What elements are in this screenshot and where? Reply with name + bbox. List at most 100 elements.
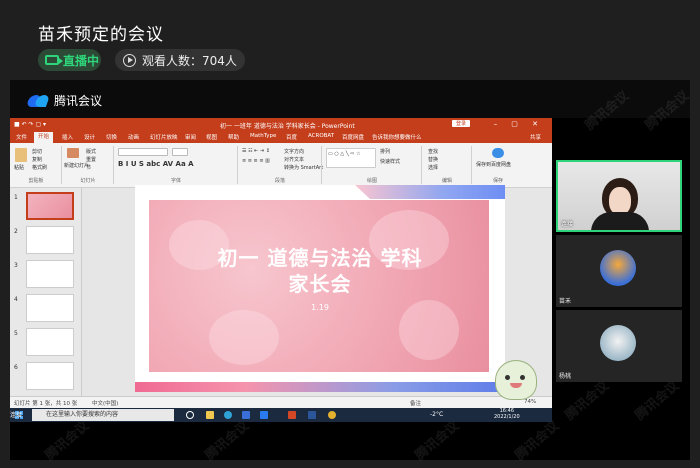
tab-review[interactable]: 审阅 xyxy=(185,133,196,141)
chrome-icon[interactable] xyxy=(328,411,336,419)
file-explorer-icon[interactable] xyxy=(206,411,214,419)
align-buttons[interactable]: ≡ ≡ ≡ ≡ ▥ xyxy=(242,158,270,164)
ribbon-divider xyxy=(321,146,322,184)
slide-thumbnail-6[interactable] xyxy=(26,362,74,390)
text-direction-button[interactable]: 文字方向 xyxy=(284,148,304,155)
tab-transitions[interactable]: 切换 xyxy=(106,133,117,141)
tab-view[interactable]: 视图 xyxy=(206,133,217,141)
ribbon-group-font: B I U S abc AV Aa A 字体 xyxy=(116,146,238,184)
slide-thumbnails-pane: 1 2 3 4 5 6 xyxy=(10,188,82,396)
participant-name: 杨桃 xyxy=(559,373,572,380)
ribbon-group-editing: 查找 替换 选择 编辑 xyxy=(424,146,472,184)
tab-home[interactable]: 开始 xyxy=(34,132,54,143)
baidu-cloud-icon[interactable] xyxy=(492,148,504,158)
language-status: 中文(中国) xyxy=(92,401,119,407)
slide-thumbnail-3[interactable] xyxy=(26,260,74,288)
bottom-left-label: 连接 xyxy=(10,412,23,419)
find-button[interactable]: 查找 xyxy=(428,148,438,155)
paste-label[interactable]: 粘贴 xyxy=(14,164,24,171)
tab-baidu[interactable]: 百度 xyxy=(286,133,297,141)
select-button[interactable]: 选择 xyxy=(428,164,438,171)
tab-insert[interactable]: 插入 xyxy=(62,133,73,141)
ribbon-divider xyxy=(61,146,62,184)
new-slide-icon[interactable] xyxy=(67,148,79,158)
ribbon-group-slides: 新建幻灯片 版式 重置 节 幻灯片 xyxy=(64,146,114,184)
slide-thumbnail-2[interactable] xyxy=(26,226,74,254)
shapes-gallery-icons: ▭ ○ △ ╲ ⇨ ☆ xyxy=(328,151,361,157)
ppt-window-title: 初一 一班年 道德与法治 学科家长会 - PowerPoint xyxy=(220,123,355,130)
slide-thumbnail-1[interactable] xyxy=(26,192,74,220)
login-button[interactable]: 登录 xyxy=(452,120,471,127)
format-painter-button[interactable]: 格式刷 xyxy=(32,164,47,171)
paste-icon[interactable] xyxy=(15,148,27,162)
tab-acrobat[interactable]: ACROBAT xyxy=(308,133,334,139)
participant-avatar xyxy=(600,250,636,286)
tell-me-search[interactable]: 告诉我你想要做什么 xyxy=(372,133,422,141)
list-buttons[interactable]: ☰ ☷ ⇤ ⇥ ↕ xyxy=(242,148,270,154)
task-view-icon[interactable] xyxy=(186,411,194,419)
ribbon-group-drawing: ▭ ○ △ ╲ ⇨ ☆ 排列 快速样式 绘图 xyxy=(324,146,422,184)
zoom-level[interactable]: 74% xyxy=(524,399,536,405)
replace-button[interactable]: 替换 xyxy=(428,156,438,163)
participant-avatar-tile[interactable]: 杨桃 xyxy=(556,310,682,382)
tab-animations[interactable]: 动画 xyxy=(128,133,139,141)
tab-slideshow[interactable]: 幻灯片放映 xyxy=(150,133,178,141)
live-label: 直播中 xyxy=(63,53,100,68)
share-button[interactable]: 共享 xyxy=(530,133,541,141)
align-text-button[interactable]: 对齐文本 xyxy=(284,156,304,163)
tencent-meeting-icon[interactable] xyxy=(260,411,268,419)
quick-styles-button[interactable]: 快速样式 xyxy=(380,158,400,165)
reset-button[interactable]: 重置 xyxy=(86,156,96,163)
taskbar-clock[interactable]: 16:46 2022/1/20 xyxy=(494,408,520,420)
group-label-clipboard: 剪贴板 xyxy=(28,178,44,184)
group-label-editing: 编辑 xyxy=(441,178,452,184)
arrange-button[interactable]: 排列 xyxy=(380,148,390,155)
save-to-baidu-button[interactable]: 保存到百度网盘 xyxy=(476,161,511,168)
slide-thumbnail-4[interactable] xyxy=(26,294,74,322)
tab-baidu-netdisk[interactable]: 百度网盘 xyxy=(342,133,364,141)
word-icon[interactable] xyxy=(308,411,316,419)
ppt-status-bar: 幻灯片 第 1 张，共 10 张 中文(中国) 备注 74% xyxy=(10,396,552,408)
viewer-count-badge: 观看人数：704人 xyxy=(115,49,245,71)
slide-number: 2 xyxy=(14,228,18,235)
slide-number: 4 xyxy=(14,296,18,303)
weather-temperature[interactable]: -2°C xyxy=(430,411,443,418)
quick-access-toolbar[interactable]: ■ ↶ ↷ ▢ ▾ xyxy=(14,121,46,128)
powerpoint-icon[interactable] xyxy=(288,411,296,419)
cut-button[interactable]: 剪切 xyxy=(32,148,42,155)
taskbar-search-input[interactable]: 在这里输入你要搜索的内容 xyxy=(32,409,174,421)
tab-help[interactable]: 帮助 xyxy=(228,133,239,141)
ribbon-group-save: 保存到百度网盘 保存 xyxy=(474,146,522,184)
group-label-drawing: 绘图 xyxy=(366,178,377,184)
notes-button[interactable]: 备注 xyxy=(410,399,421,407)
store-icon[interactable] xyxy=(242,411,250,419)
participant-face xyxy=(609,187,631,215)
windows-taskbar: 在这里输入你要搜索的内容 -2°C 16:46 2022/1/20 xyxy=(10,408,552,422)
group-label-paragraph: 段落 xyxy=(274,178,285,184)
participant-video-tile[interactable]: 连接 xyxy=(556,160,682,232)
font-name-select[interactable] xyxy=(118,148,168,156)
tab-file[interactable]: 文件 xyxy=(16,133,27,141)
participant-avatar-tile[interactable]: 苗禾 xyxy=(556,235,682,307)
slide-number: 5 xyxy=(14,330,18,337)
copy-button[interactable]: 复制 xyxy=(32,156,42,163)
layout-button[interactable]: 版式 xyxy=(86,148,96,155)
blossom-shape xyxy=(209,310,279,365)
section-button[interactable]: 节 xyxy=(86,164,91,171)
window-controls[interactable]: – ▢ ✕ xyxy=(494,120,544,128)
font-size-select[interactable] xyxy=(172,148,188,156)
participant-avatar xyxy=(600,325,636,361)
tencent-meeting-logo: 腾讯会议 xyxy=(28,92,102,109)
meeting-title: 苗禾预定的会议 xyxy=(38,25,164,45)
font-style-buttons[interactable]: B I U S abc AV Aa A xyxy=(118,160,194,168)
ribbon-group-clipboard: 粘贴 剪切 复制 格式刷 剪贴板 xyxy=(12,146,62,184)
group-label-font: 字体 xyxy=(170,178,181,184)
slide-title-line-2: 家长会 xyxy=(288,272,352,296)
edge-icon[interactable] xyxy=(224,411,232,419)
smartart-button[interactable]: 转换为 SmartArt xyxy=(284,164,323,171)
tab-design[interactable]: 设计 xyxy=(84,133,95,141)
dinosaur-mascot-icon xyxy=(495,360,537,400)
ribbon: 粘贴 剪切 复制 格式刷 剪贴板 新建幻灯片 版式 重置 节 幻灯片 B I U… xyxy=(10,143,552,188)
slide-thumbnail-5[interactable] xyxy=(26,328,74,356)
tab-mathtype[interactable]: MathType xyxy=(250,133,276,139)
